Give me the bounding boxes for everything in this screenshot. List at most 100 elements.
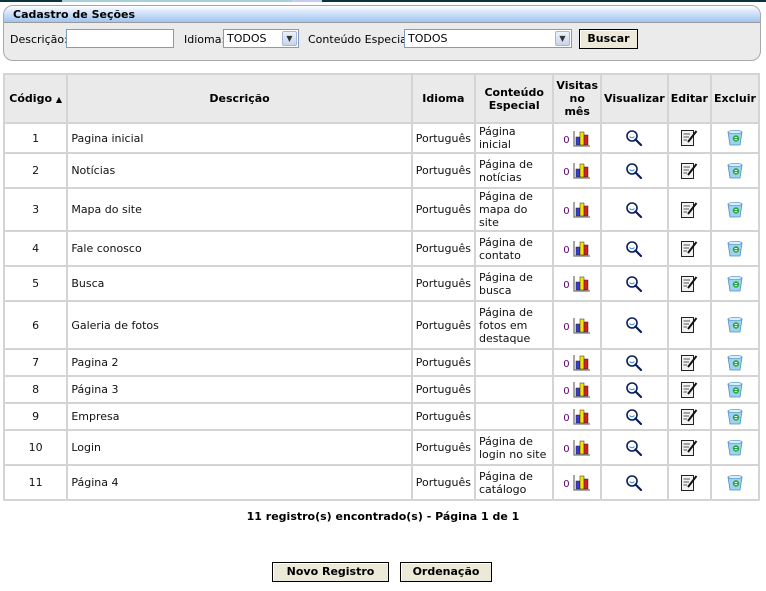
cell-visitas: 0 (552, 152, 603, 189)
bar-chart-icon[interactable] (573, 201, 591, 218)
top-strip-tab-active (292, 0, 322, 2)
magnifier-icon[interactable] (625, 439, 643, 457)
edit-document-icon[interactable] (680, 240, 698, 258)
cell-codigo: 6 (2, 300, 69, 350)
recycle-bin-icon[interactable] (726, 240, 744, 258)
bar-chart-icon[interactable] (573, 317, 591, 334)
recycle-bin-icon[interactable] (726, 201, 744, 219)
magnifier-icon[interactable] (625, 381, 643, 399)
table-row: 3 Mapa do site Português Página de mapa … (2, 187, 761, 232)
edit-document-icon[interactable] (680, 316, 698, 334)
header-editar: Editar (666, 73, 712, 124)
recycle-bin-icon[interactable] (726, 474, 744, 492)
cell-visitas: 0 (552, 429, 603, 466)
header-visualizar: Visualizar (600, 73, 669, 124)
edit-document-icon[interactable] (680, 439, 698, 457)
buscar-button[interactable]: Buscar (579, 29, 638, 49)
edit-document-icon[interactable] (680, 354, 698, 372)
edit-document-icon[interactable] (680, 162, 698, 180)
recycle-bin-icon[interactable] (726, 408, 744, 426)
recycle-bin-icon[interactable] (726, 129, 744, 147)
cell-descricao: Pagina inicial (66, 122, 413, 154)
recycle-bin-icon[interactable] (726, 439, 744, 457)
cell-conteudo-especial: Página de login no site (473, 429, 555, 466)
magnifier-icon[interactable] (625, 129, 643, 147)
bar-chart-icon[interactable] (573, 240, 591, 257)
cell-descricao: Mapa do site (66, 187, 413, 232)
cell-codigo: 7 (2, 348, 69, 377)
table-row: 6 Galeria de fotos Português Página de f… (2, 300, 761, 350)
chevron-down-icon[interactable]: ▼ (282, 31, 297, 46)
bar-chart-icon[interactable] (573, 130, 591, 147)
sections-table: Código ▲ Descrição Idioma Conteúdo Especi… (2, 73, 761, 501)
cell-excluir (709, 265, 761, 302)
cell-excluir (709, 122, 761, 154)
cell-idioma: Português (410, 122, 476, 154)
cell-visualizar (600, 187, 669, 232)
recycle-bin-icon[interactable] (726, 316, 744, 334)
header-conteudo-especial[interactable]: Conteúdo Especial (473, 73, 555, 124)
recycle-bin-icon[interactable] (726, 354, 744, 372)
cell-excluir (709, 402, 761, 431)
magnifier-icon[interactable] (625, 474, 643, 492)
edit-document-icon[interactable] (680, 275, 698, 293)
cell-codigo: 3 (2, 187, 69, 232)
chevron-down-icon[interactable]: ▼ (555, 31, 570, 46)
magnifier-icon[interactable] (625, 201, 643, 219)
cell-visitas: 0 (552, 300, 603, 350)
header-descricao[interactable]: Descrição (66, 73, 413, 124)
cell-descricao: Galeria de fotos (66, 300, 413, 350)
cell-conteudo-especial: Página de fotos em destaque (473, 300, 555, 350)
header-idioma[interactable]: Idioma (410, 73, 476, 124)
cell-idioma: Português (410, 230, 476, 267)
magnifier-icon[interactable] (625, 354, 643, 372)
recycle-bin-icon[interactable] (726, 381, 744, 399)
cell-editar (666, 122, 712, 154)
bar-chart-icon[interactable] (573, 439, 591, 456)
cell-editar (666, 402, 712, 431)
idioma-label: Idioma: (184, 33, 226, 46)
bar-chart-icon[interactable] (573, 275, 591, 292)
search-panel: Cadastro de Seções Descrição: Idioma: TO… (3, 5, 761, 61)
header-codigo[interactable]: Código ▲ (2, 73, 69, 124)
cell-visitas: 0 (552, 402, 603, 431)
edit-document-icon[interactable] (680, 129, 698, 147)
descricao-input[interactable] (66, 29, 174, 48)
bar-chart-icon[interactable] (573, 474, 591, 491)
magnifier-icon[interactable] (625, 316, 643, 334)
cell-visualizar (600, 230, 669, 267)
edit-document-icon[interactable] (680, 408, 698, 426)
magnifier-icon[interactable] (625, 240, 643, 258)
conteudo-especial-select[interactable]: TODOS ▼ (404, 29, 572, 48)
bar-chart-icon[interactable] (573, 408, 591, 425)
magnifier-icon[interactable] (625, 275, 643, 293)
records-summary: 11 registro(s) encontrado(s) - Página 1 … (246, 510, 520, 523)
bar-chart-icon[interactable] (573, 354, 591, 371)
cell-conteudo-especial: Página de contato (473, 230, 555, 267)
cell-conteudo-especial: Página de busca (473, 265, 555, 302)
table-row: 10 Login Português Página de login no si… (2, 429, 761, 466)
recycle-bin-icon[interactable] (726, 162, 744, 180)
idioma-select[interactable]: TODOS ▼ (223, 29, 299, 48)
cell-descricao: Empresa (66, 402, 413, 431)
bar-chart-icon[interactable] (573, 381, 591, 398)
ordenacao-button[interactable]: Ordenação (400, 562, 492, 582)
edit-document-icon[interactable] (680, 201, 698, 219)
filter-bar: Descrição: Idioma: TODOS ▼ Conteúdo Espe… (4, 23, 760, 60)
idioma-select-value: TODOS (227, 32, 267, 45)
cell-excluir (709, 187, 761, 232)
magnifier-icon[interactable] (625, 408, 643, 426)
edit-document-icon[interactable] (680, 381, 698, 399)
cell-excluir (709, 375, 761, 404)
recycle-bin-icon[interactable] (726, 275, 744, 293)
magnifier-icon[interactable] (625, 162, 643, 180)
cell-conteudo-especial: Página inicial (473, 122, 555, 154)
novo-registro-button[interactable]: Novo Registro (272, 562, 389, 582)
cell-excluir (709, 348, 761, 377)
cell-codigo: 11 (2, 464, 69, 501)
edit-document-icon[interactable] (680, 474, 698, 492)
cell-editar (666, 464, 712, 501)
cell-visualizar (600, 348, 669, 377)
bar-chart-icon[interactable] (573, 162, 591, 179)
cell-conteudo-especial (473, 402, 555, 431)
